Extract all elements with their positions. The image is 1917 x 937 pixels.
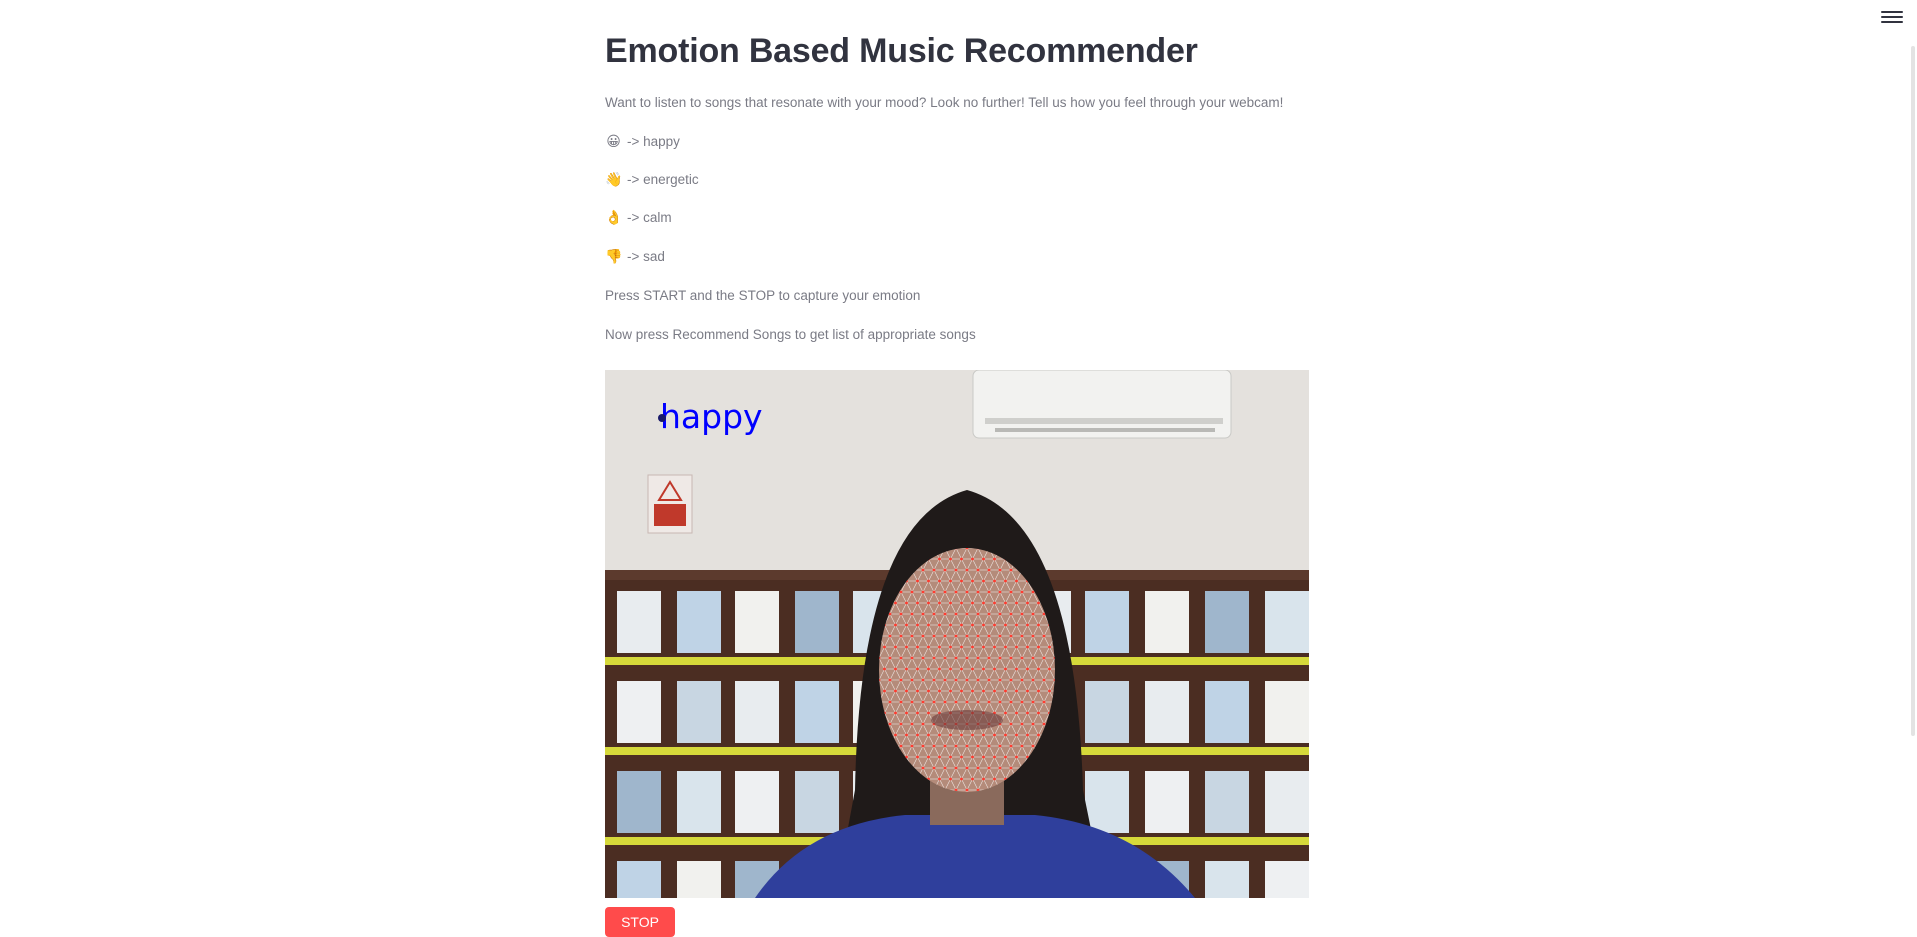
webcam-frame: happy bbox=[605, 370, 1309, 898]
wall-sign bbox=[647, 474, 693, 534]
thumbs-down-icon: 👎 bbox=[605, 248, 623, 264]
legend-item-calm: 👌 -> calm bbox=[605, 209, 672, 226]
legend-label-calm: -> calm bbox=[627, 210, 672, 225]
intro-text: Want to listen to songs that resonate wi… bbox=[605, 95, 1284, 110]
page-title: Emotion Based Music Recommender bbox=[605, 32, 1198, 70]
legend-item-energetic: 👋 -> energetic bbox=[605, 171, 699, 188]
legend-item-happy: 😀 -> happy bbox=[605, 133, 680, 150]
grinning-face-icon: 😀 bbox=[606, 133, 621, 149]
legend-label-energetic: -> energetic bbox=[627, 172, 699, 187]
page-scrollbar[interactable] bbox=[1911, 46, 1915, 736]
air-conditioner bbox=[972, 370, 1232, 439]
legend-label-sad: -> sad bbox=[627, 249, 665, 264]
webcam-video-feed: happy bbox=[605, 370, 1309, 898]
waving-hand-icon: 👋 bbox=[605, 171, 623, 187]
legend-item-sad: 👎 -> sad bbox=[605, 248, 665, 265]
hamburger-menu-icon[interactable] bbox=[1881, 8, 1903, 26]
legend-label-happy: -> happy bbox=[627, 134, 680, 149]
stop-button[interactable]: STOP bbox=[605, 907, 675, 937]
detected-emotion-label: happy bbox=[660, 397, 763, 436]
ok-hand-icon: 👌 bbox=[605, 209, 623, 225]
capture-instructions: Press START and the STOP to capture your… bbox=[605, 288, 921, 303]
emotion-marker-dot bbox=[658, 414, 666, 422]
recommend-instructions: Now press Recommend Songs to get list of… bbox=[605, 327, 976, 342]
